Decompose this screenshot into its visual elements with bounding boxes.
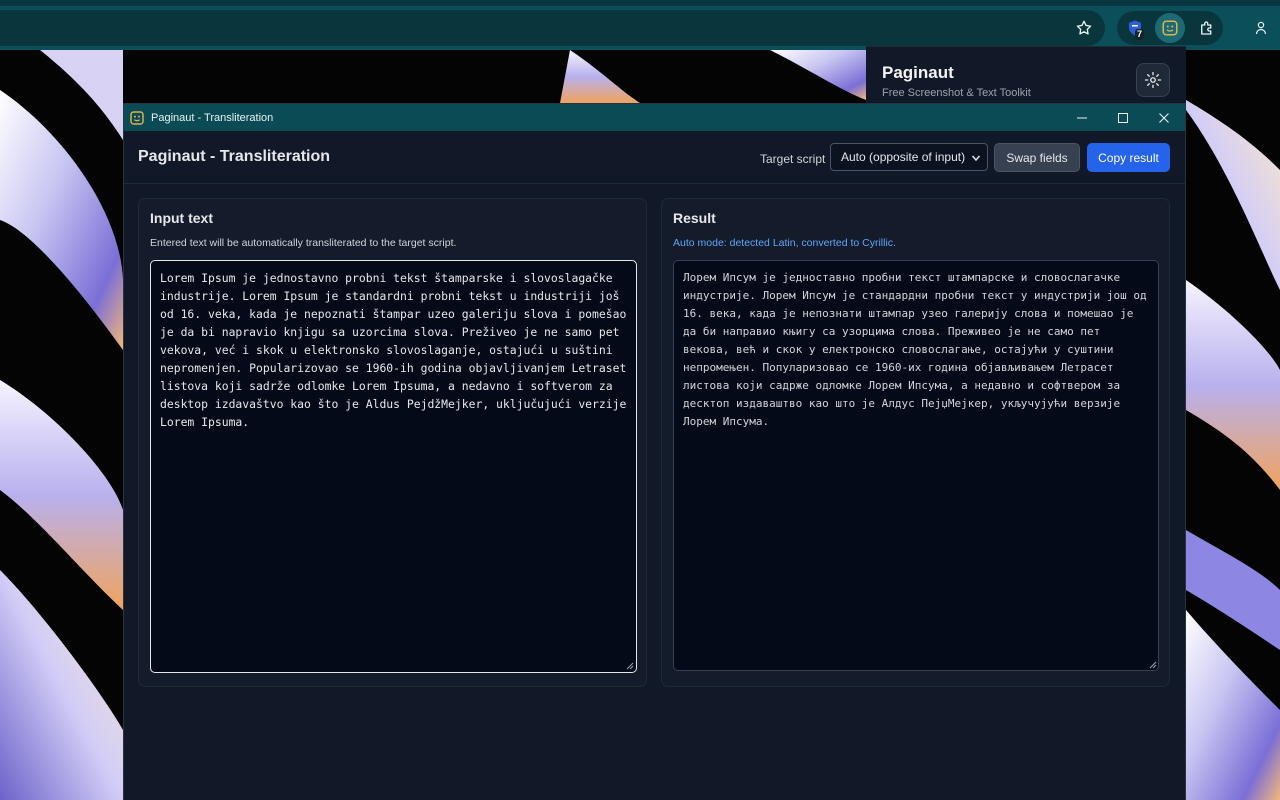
copy-result-button[interactable]: Copy result xyxy=(1087,143,1170,172)
paginaut-extension-icon[interactable] xyxy=(1155,13,1185,43)
maximize-button[interactable] xyxy=(1102,104,1144,131)
puzzle-extensions-icon[interactable] xyxy=(1192,13,1222,43)
star-icon[interactable] xyxy=(1069,13,1099,43)
extension-popup: Paginaut Free Screenshot & Text Toolkit xyxy=(866,46,1186,108)
target-script-label: Target script xyxy=(760,152,826,166)
maximize-icon xyxy=(1118,112,1128,123)
gear-icon xyxy=(1144,71,1162,89)
target-script-select[interactable]: Auto (opposite of input) xyxy=(830,143,988,171)
swap-fields-button[interactable]: Swap fields xyxy=(994,143,1080,172)
result-status: Auto mode: detected Latin, converted to … xyxy=(673,237,896,249)
popup-settings-button[interactable] xyxy=(1136,63,1170,97)
resize-grip-icon[interactable] xyxy=(626,662,634,670)
close-button[interactable] xyxy=(1143,104,1185,131)
input-hint: Entered text will be automatically trans… xyxy=(150,237,457,249)
minimize-button[interactable] xyxy=(1061,104,1103,131)
browser-toolbar: 7 xyxy=(0,0,1280,50)
transliteration-window: Paginaut - Transliteration Paginaut - Tr… xyxy=(123,103,1186,800)
input-heading: Input text xyxy=(150,210,213,226)
app-logo-icon xyxy=(128,109,146,127)
input-panel: Input text Entered text will be automati… xyxy=(138,198,647,687)
tab-strip xyxy=(0,0,1280,6)
app-header: Paginaut - Transliteration Target script… xyxy=(124,131,1185,184)
popup-subtitle: Free Screenshot & Text Toolkit xyxy=(882,87,1031,99)
target-script-value: Auto (opposite of input) xyxy=(841,150,966,164)
window-titlebar: Paginaut - Transliteration xyxy=(124,104,1185,131)
result-panel: Result Auto mode: detected Latin, conver… xyxy=(661,198,1170,687)
minimize-icon xyxy=(1077,117,1087,118)
close-icon xyxy=(1159,112,1169,123)
resize-grip-icon[interactable] xyxy=(1149,661,1157,669)
chevron-down-icon xyxy=(971,155,981,162)
address-bar[interactable] xyxy=(0,10,1105,46)
popup-title: Paginaut xyxy=(882,63,954,82)
input-textarea[interactable]: Lorem Ipsum je jednostavno probni tekst … xyxy=(150,260,637,673)
result-textarea[interactable]: Лорем Ипсум је једноставно пробни текст … xyxy=(673,260,1159,671)
result-heading: Result xyxy=(673,210,716,226)
extension-badge: 7 xyxy=(1135,29,1145,40)
profile-icon[interactable] xyxy=(1246,13,1276,43)
page-title: Paginaut - Transliteration xyxy=(138,148,331,165)
window-title: Paginaut - Transliteration xyxy=(151,111,274,124)
